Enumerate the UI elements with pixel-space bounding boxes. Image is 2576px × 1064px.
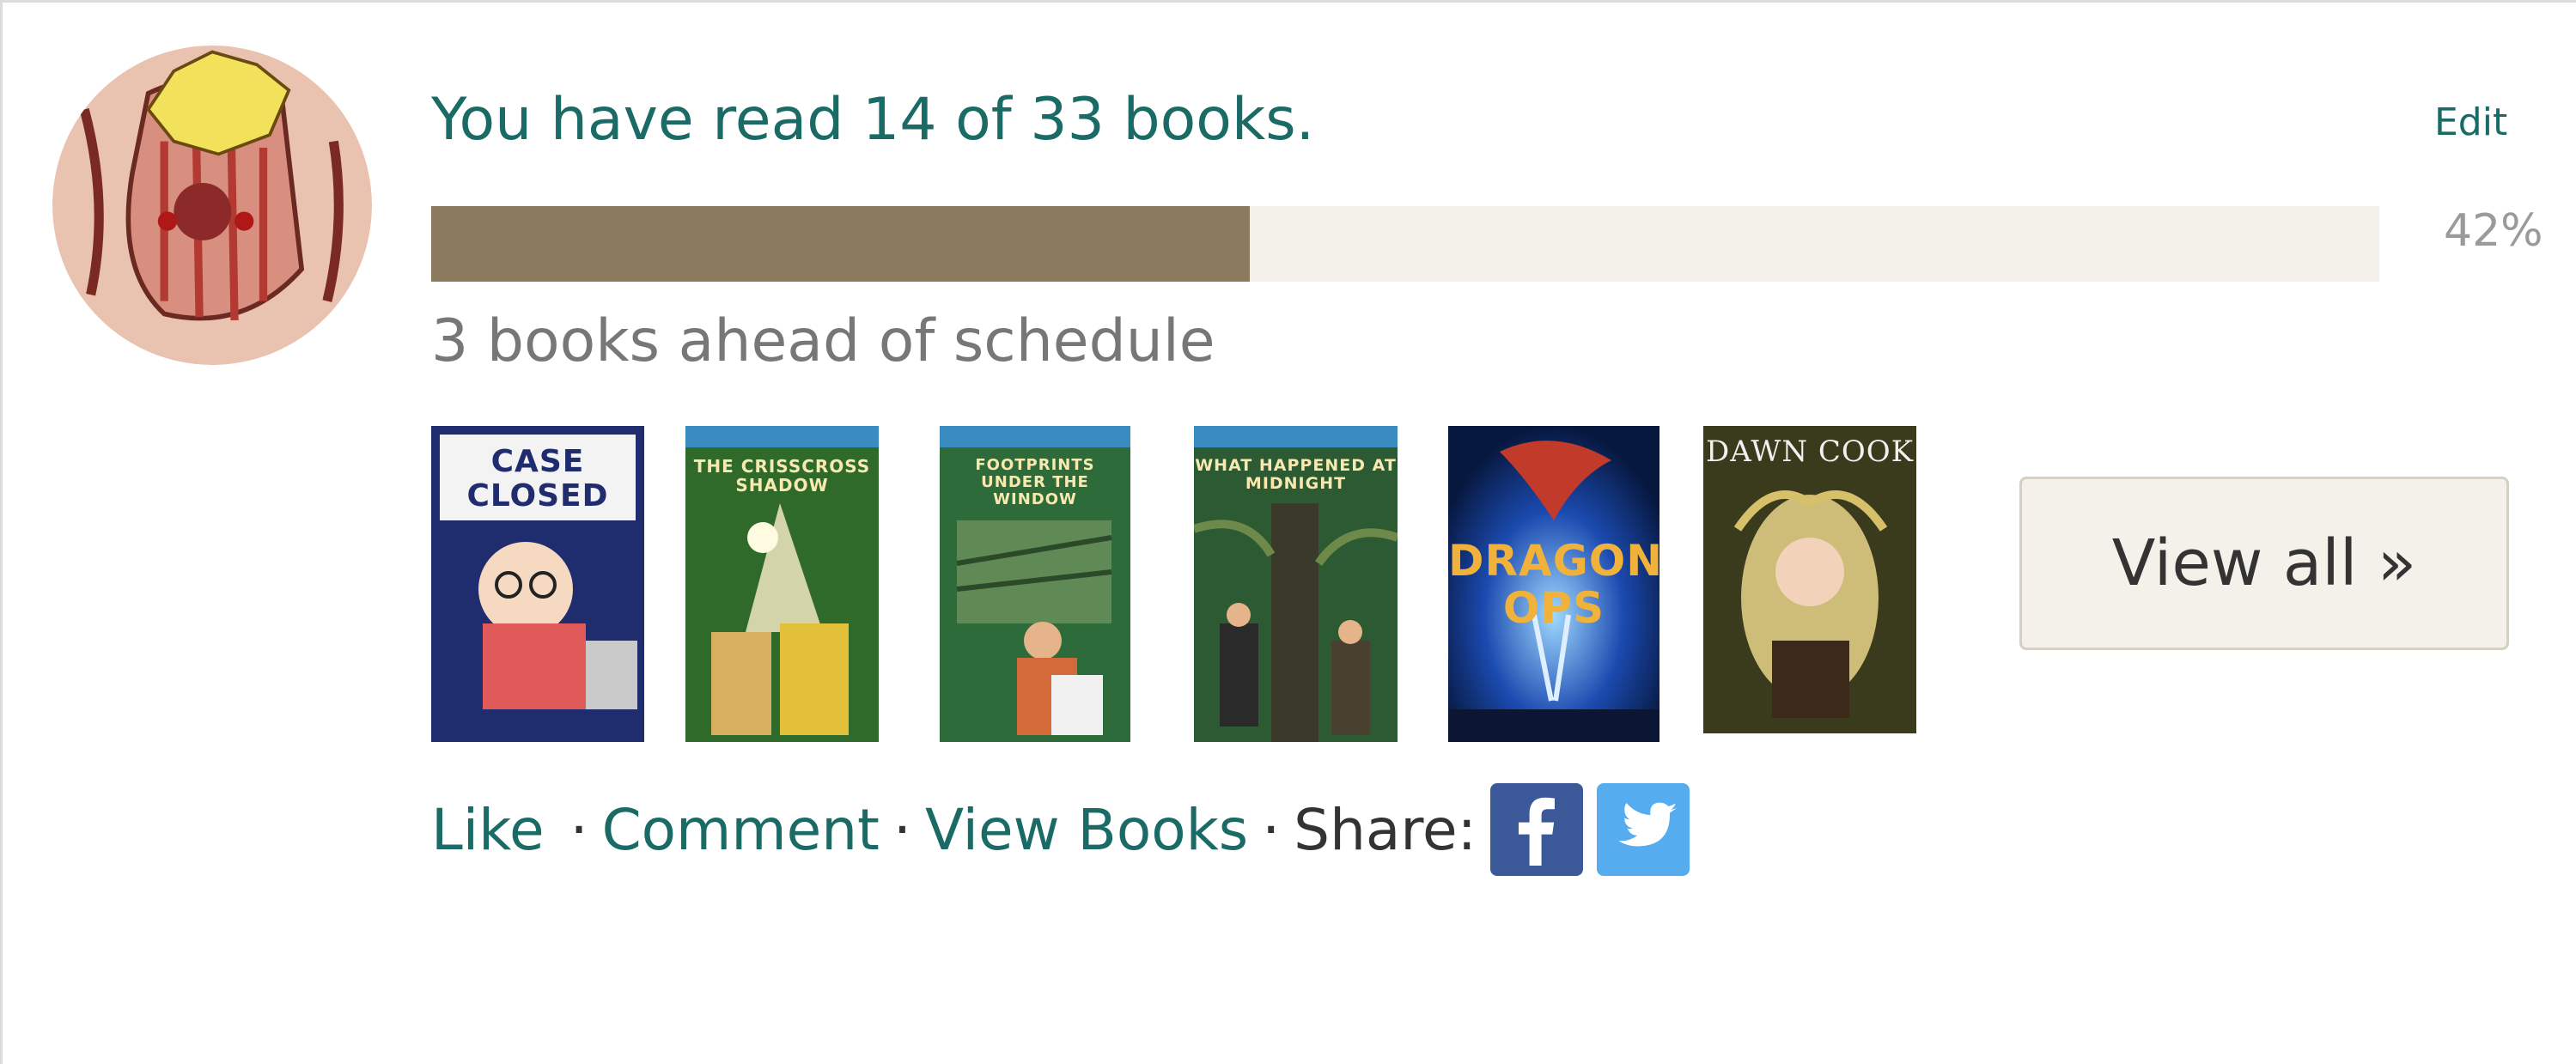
book-cover[interactable]: DRAGON OPS (1448, 426, 1659, 742)
facebook-icon (1518, 797, 1555, 866)
book-cover[interactable]: CASE CLOSED (431, 426, 644, 742)
progress-percent: 42% (2444, 205, 2543, 257)
book-cover-title: CASE CLOSED (466, 444, 609, 514)
action-bar: Like · Comment · View Books · Share: (431, 782, 1690, 877)
like-link[interactable]: Like (431, 797, 545, 863)
book-cover-title: DAWN COOK (1705, 435, 1915, 469)
separator-dot: · (569, 796, 588, 863)
separator-dot: · (1262, 796, 1281, 863)
separator-dot: · (892, 796, 911, 863)
twitter-share-button[interactable] (1596, 783, 1690, 876)
book-cover-title: THE CRISSCROSS SHADOW (693, 456, 871, 496)
book-cover-title: DRAGON OPS (1448, 536, 1659, 633)
book-cover[interactable]: WHAT HAPPENED AT MIDNIGHT (1194, 426, 1398, 742)
progress-bar (431, 206, 2379, 282)
book-cover-title: WHAT HAPPENED AT MIDNIGHT (1195, 456, 1397, 493)
book-cover[interactable]: FOOTPRINTS UNDER THE WINDOW (940, 426, 1130, 742)
facebook-share-button[interactable] (1489, 783, 1583, 876)
share-label: Share: (1294, 796, 1477, 863)
comment-link[interactable]: Comment (602, 797, 880, 863)
user-avatar[interactable] (52, 46, 372, 365)
view-books-link[interactable]: View Books (925, 797, 1248, 863)
view-all-button[interactable]: View all » (2019, 477, 2509, 650)
book-cover[interactable]: DAWN COOK (1703, 426, 1916, 733)
progress-bar-fill (431, 206, 1250, 282)
schedule-status: 3 books ahead of schedule (431, 307, 1215, 375)
book-cover-title: FOOTPRINTS UNDER THE WINDOW (975, 456, 1095, 508)
avatar-drawing-image (52, 46, 372, 365)
reading-challenge-card: You have read 14 of 33 books. Edit 42% 3… (0, 0, 2576, 1064)
edit-link[interactable]: Edit (2434, 97, 2507, 149)
challenge-headline[interactable]: You have read 14 of 33 books. (431, 82, 1314, 159)
book-cover[interactable]: THE CRISSCROSS SHADOW (685, 426, 879, 742)
twitter-icon (1617, 802, 1678, 847)
